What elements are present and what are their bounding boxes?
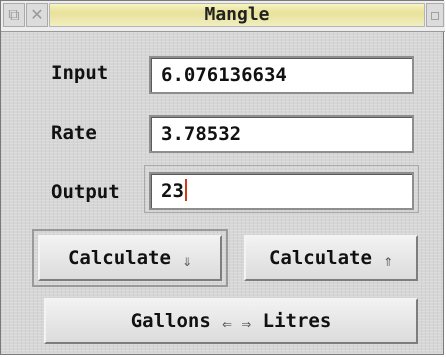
- up-arrow-icon: ⇑: [383, 251, 394, 270]
- rate-label: Rate: [51, 122, 97, 144]
- rate-value: 3.78532: [161, 123, 242, 145]
- output-label: Output: [51, 181, 120, 203]
- window-title: Mangle: [204, 4, 270, 25]
- calculate-down-button[interactable]: Calculate ⇓: [38, 235, 222, 281]
- output-value: 23: [161, 180, 184, 202]
- title-bar: ⧉ ✕ Mangle ▫: [1, 1, 445, 32]
- input-field[interactable]: 6.076136634: [149, 56, 414, 94]
- input-value: 6.076136634: [161, 64, 287, 86]
- text-caret: [184, 179, 187, 201]
- back-icon[interactable]: ⧉: [3, 3, 25, 27]
- input-label: Input: [51, 62, 109, 84]
- left-right-arrows-icon: ⇐ ⇒: [222, 314, 252, 333]
- convert-from-label: Gallons: [130, 310, 211, 332]
- output-field[interactable]: 23: [149, 172, 414, 210]
- calculate-up-button[interactable]: Calculate ⇑: [244, 235, 418, 281]
- down-arrow-icon: ⇓: [182, 251, 193, 270]
- close-icon[interactable]: ✕: [26, 3, 48, 27]
- convert-to-label: Litres: [262, 310, 332, 332]
- toggle-size-icon[interactable]: ▫: [426, 3, 444, 27]
- calculate-up-label: Calculate: [268, 247, 372, 269]
- mangle-window: ⧉ ✕ Mangle ▫ Input 6.076136634 Rate 3.78…: [0, 0, 445, 355]
- rate-field[interactable]: 3.78532: [149, 115, 414, 153]
- title-drag-area[interactable]: Mangle: [49, 3, 425, 27]
- gallons-litres-button[interactable]: Gallons ⇐ ⇒ Litres: [44, 298, 418, 344]
- calculate-down-label: Calculate: [67, 247, 171, 269]
